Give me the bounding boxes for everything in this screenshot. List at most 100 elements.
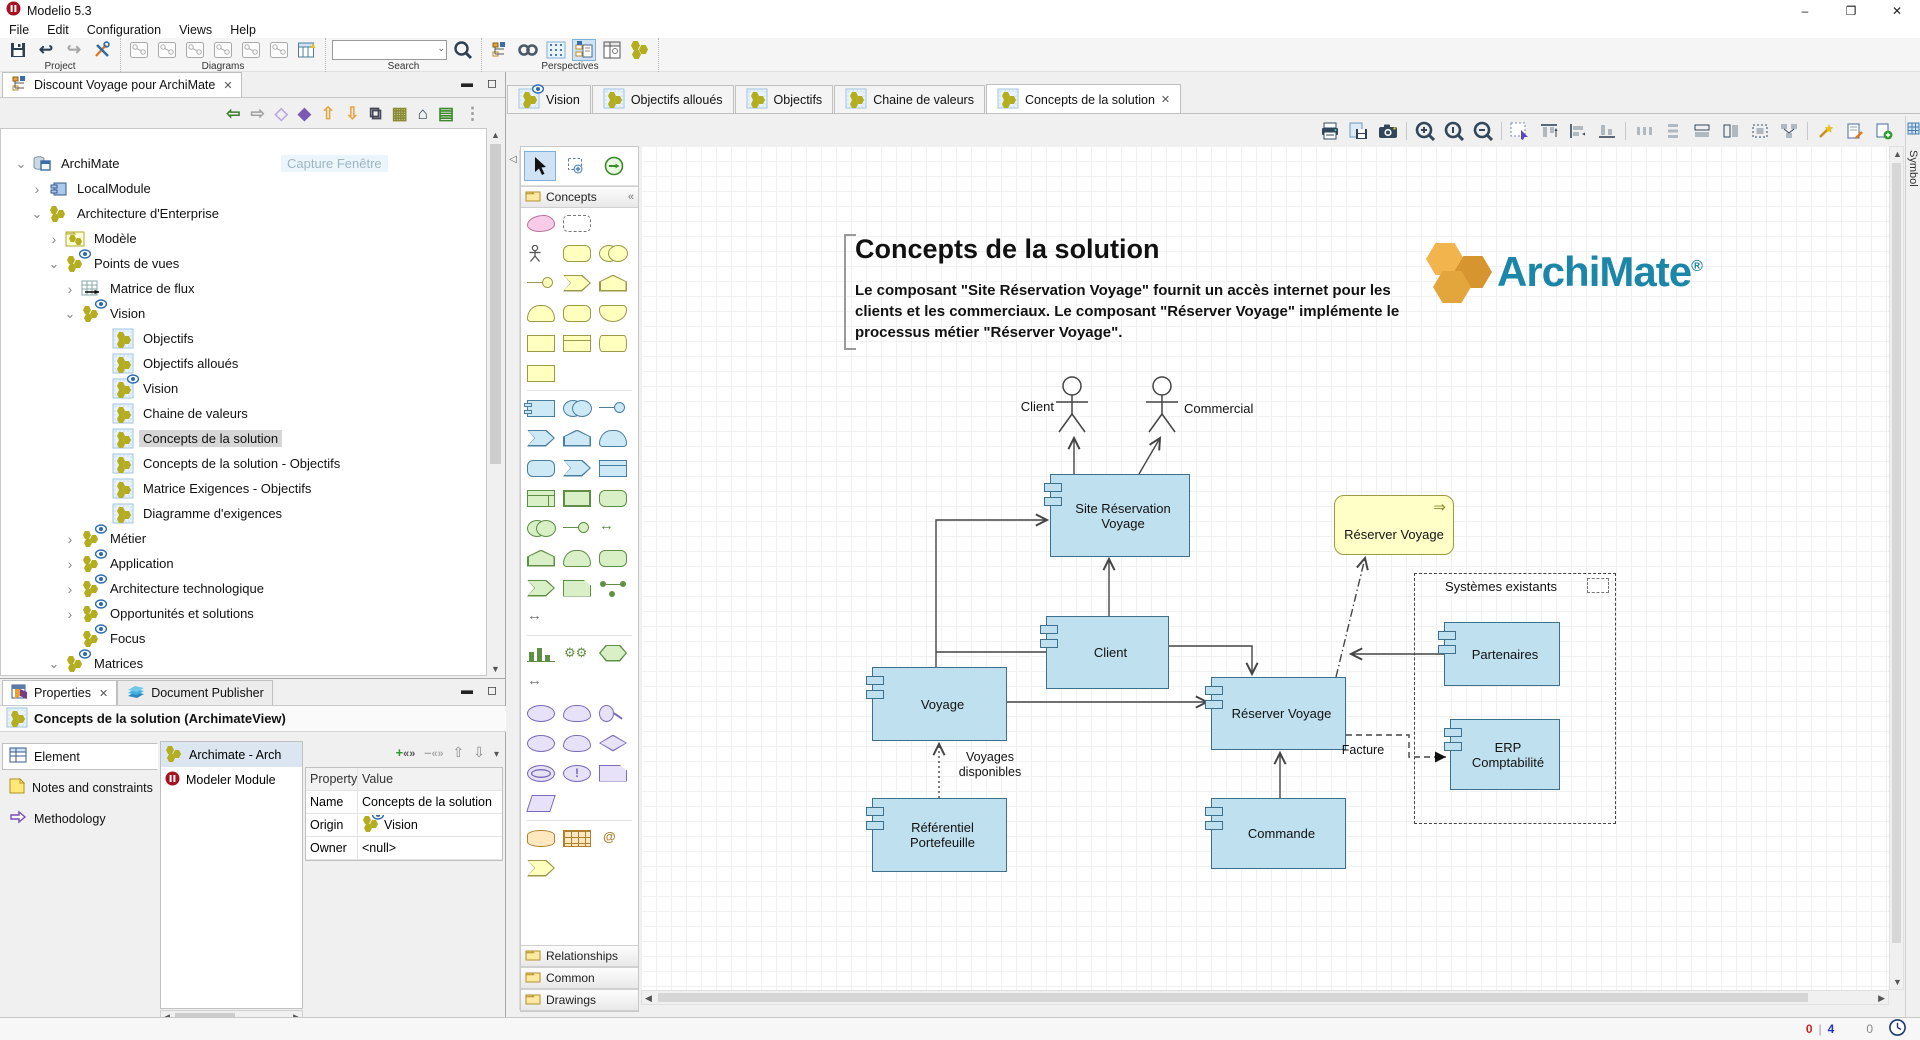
palette-section-relationships[interactable]: Relationships [521, 945, 638, 967]
palette-material-icon[interactable]: ⚙⚙ [563, 645, 591, 662]
menu-caret-icon[interactable]: ▾ [494, 744, 499, 762]
palette-application-interaction-icon[interactable] [599, 430, 627, 447]
close-icon[interactable]: ✕ [99, 687, 108, 700]
palette-work-package-icon[interactable] [527, 860, 555, 877]
group-systemes-existants[interactable]: Systèmes existants [1414, 573, 1616, 824]
side-tab-methodology[interactable]: Methodology [2, 805, 158, 832]
tree-item-matrices[interactable]: ⌄Matrices [1, 651, 486, 676]
chevron-right-icon[interactable]: › [64, 581, 76, 597]
chevron-down-icon[interactable]: ⌄ [15, 156, 27, 172]
component-commande[interactable]: Commande [1211, 798, 1346, 869]
cursor-tool-icon[interactable] [524, 151, 556, 181]
palette-application-component-icon[interactable] [527, 400, 555, 417]
palette-assessment-icon[interactable] [599, 705, 627, 722]
palette-technology-collaboration-icon[interactable] [527, 520, 555, 537]
tree-item-diagramme-d-exigences[interactable]: Diagramme d'exigences [1, 501, 486, 526]
tree-item-focus[interactable]: Focus [1, 626, 486, 651]
zoom-out-icon[interactable] [1472, 120, 1494, 142]
close-icon[interactable]: ✕ [223, 79, 232, 92]
actor-diagram-icon[interactable] [239, 39, 263, 61]
palette-business-service-icon[interactable] [599, 305, 627, 322]
related-light-icon[interactable]: ◇ [275, 105, 288, 122]
properties-tab-document-publisher[interactable]: Document Publisher [117, 680, 273, 705]
back-icon[interactable]: ⇦ [226, 105, 240, 122]
canvas-vscrollbar[interactable]: ▲ ▼ [1889, 146, 1904, 990]
palette-product-icon[interactable] [527, 365, 555, 382]
side-tab-element[interactable]: Element [2, 743, 158, 770]
palette-data-object-icon[interactable] [599, 460, 627, 477]
tree-item-vision[interactable]: ⌄Vision [1, 301, 486, 326]
process-reserver-voyage[interactable]: ⇒Réserver Voyage [1334, 495, 1454, 555]
palette-application-function-icon[interactable] [563, 430, 591, 447]
browser-tab[interactable]: Discount Voyage pour ArchiMate ✕ [2, 72, 242, 97]
hierarchy-diagram-icon[interactable] [211, 39, 235, 61]
palette-collapse-strip[interactable]: ◁ [507, 150, 520, 1010]
link-perspective-icon[interactable] [516, 39, 540, 61]
refresh-tree-icon[interactable]: ▤ [438, 105, 454, 122]
palette-section-common[interactable]: Common [521, 967, 638, 989]
canvas-hscrollbar[interactable]: ◀ ▶ [641, 990, 1889, 1005]
actor-commercial[interactable]: Commercial [1142, 374, 1182, 436]
chevron-right-icon[interactable]: › [48, 231, 60, 247]
print-icon[interactable] [1319, 120, 1341, 142]
chevron-down-icon[interactable]: ⌄ [48, 656, 60, 672]
actor-client[interactable]: Client [1052, 374, 1092, 436]
diagram-tab-chaine-de-valeurs[interactable]: Chaine de valeurs [834, 85, 985, 114]
zoom-original-icon[interactable] [1443, 120, 1465, 142]
diagram-tab-vision[interactable]: Vision [507, 85, 591, 114]
tree-scrollbar[interactable]: ▲ ▼ [488, 128, 503, 676]
undo-icon[interactable]: ↩ [34, 39, 58, 61]
chevron-right-icon[interactable]: › [31, 181, 43, 197]
menu-file[interactable]: File [0, 23, 38, 37]
side-tab-notes-and-constraints[interactable]: Notes and constraints [2, 774, 158, 801]
tree-item-localmodule[interactable]: ›LocalModule [1, 176, 486, 201]
palette-equipment-icon[interactable] [527, 645, 555, 662]
new-matrix-icon[interactable] [295, 39, 319, 61]
chevron-down-icon[interactable]: ⌄ [48, 256, 60, 272]
chevron-right-icon[interactable]: › [64, 556, 76, 572]
home-icon[interactable]: ⌂ [418, 105, 428, 122]
palette-section-concepts[interactable]: Concepts« [521, 186, 638, 208]
collapse-palette-icon[interactable]: « [628, 191, 634, 203]
model-tree-icon[interactable] [488, 39, 512, 61]
link-view-icon[interactable]: ▦ [392, 105, 408, 122]
tree-item-vision[interactable]: Vision [1, 376, 486, 401]
palette-facility-icon[interactable] [599, 645, 627, 662]
palette-node-icon[interactable] [527, 490, 555, 507]
palette-section-drawings[interactable]: Drawings [521, 989, 638, 1011]
close-button[interactable]: ✕ [1874, 0, 1920, 22]
search-input[interactable] [332, 40, 447, 60]
tree-item-opportunit-s-et-solutions[interactable]: ›Opportunités et solutions [1, 601, 486, 626]
fit-icon[interactable] [1749, 120, 1771, 142]
menu-help[interactable]: Help [221, 23, 265, 37]
palette-value-icon[interactable] [527, 795, 555, 812]
panel-maximize-icon[interactable]: ◻ [487, 683, 497, 697]
diagram-tab-objectifs-allou-s[interactable]: Objectifs alloués [592, 85, 734, 114]
select-mode-icon[interactable] [1509, 120, 1531, 142]
component-referentiel[interactable]: Référentiel Portefeuille [872, 798, 1007, 872]
palette-business-interaction-icon[interactable] [527, 305, 555, 322]
palette-business-process-icon[interactable] [563, 275, 591, 292]
align-left-icon[interactable] [1567, 120, 1589, 142]
tree-item-architecture-d-enterprise[interactable]: ⌄Architecture d'Enterprise [1, 201, 486, 226]
zoom-in-icon[interactable] [1414, 120, 1436, 142]
component-clientc[interactable]: Client [1046, 616, 1169, 689]
tree-item-archimate[interactable]: ⌄ArchiMateCapture Fenêtre [1, 151, 486, 176]
same-width-icon[interactable] [1691, 120, 1713, 142]
class-diagram-icon[interactable] [127, 39, 151, 61]
palette-outcome-icon[interactable] [563, 735, 591, 752]
distribute-h-icon[interactable] [1633, 120, 1655, 142]
property-row-origin[interactable]: OriginVision [306, 814, 502, 837]
auto-diagram-icon[interactable] [267, 39, 291, 61]
palette-representation-icon[interactable] [599, 335, 627, 352]
tree-item-application[interactable]: ›Application [1, 551, 486, 576]
menu-views[interactable]: Views [170, 23, 221, 37]
palette-location-icon[interactable] [527, 215, 555, 232]
current-perspective-icon[interactable] [572, 39, 596, 61]
palette-application-process-icon[interactable] [527, 430, 555, 447]
palette-technology-function-icon[interactable] [527, 550, 555, 567]
layout-icon[interactable] [1778, 120, 1800, 142]
palette-contract-icon[interactable] [563, 335, 591, 352]
tree-item-matrice-exigences-objectifs[interactable]: Matrice Exigences - Objectifs [1, 476, 486, 501]
palette-stakeholder-icon[interactable] [527, 705, 555, 722]
